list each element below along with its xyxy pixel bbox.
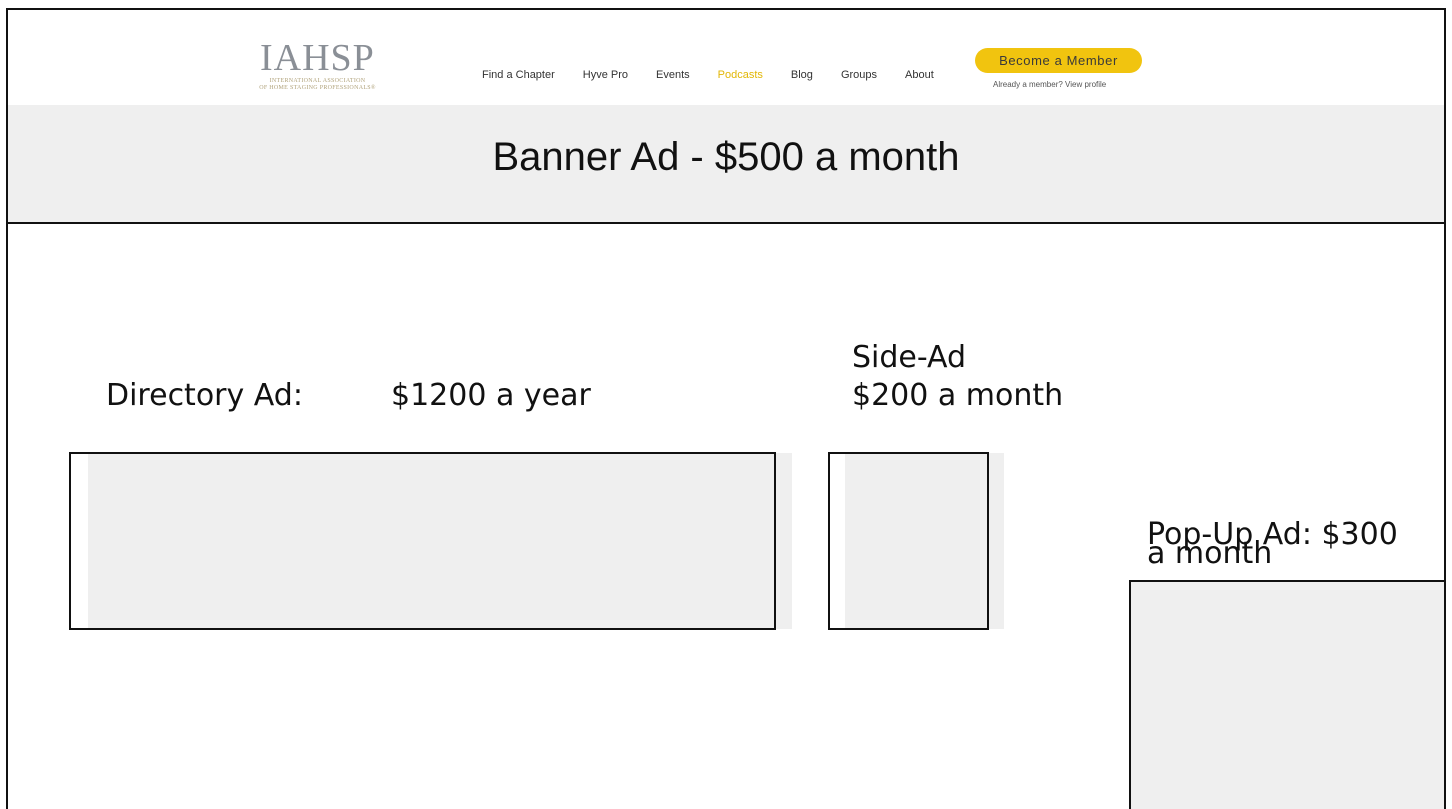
view-profile-link[interactable]: Already a member? View profile [993, 80, 1106, 89]
nav-hyve-pro[interactable]: Hyve Pro [583, 69, 628, 81]
nav-blog[interactable]: Blog [791, 69, 813, 81]
banner-ad[interactable]: Banner Ad - $500 a month [8, 105, 1444, 222]
logo-subtitle-line-2: OF HOME STAGING PROFESSIONALS® [259, 85, 376, 91]
section-divider [6, 222, 1446, 224]
site-header [8, 10, 1444, 105]
nav-find-a-chapter[interactable]: Find a Chapter [482, 69, 555, 81]
directory-ad-price: $1200 a year [391, 378, 591, 413]
popup-ad-line-2: a month [1147, 536, 1273, 571]
nav-podcasts[interactable]: Podcasts [718, 69, 763, 81]
directory-ad-label: Directory Ad: [106, 378, 303, 413]
side-ad-price: $200 a month [852, 378, 1064, 413]
nav-events[interactable]: Events [656, 69, 690, 81]
directory-ad-outline [69, 452, 776, 630]
side-ad-outline [828, 452, 989, 630]
iahsp-logo[interactable]: IAHSP INTERNATIONAL ASSOCIATION OF HOME … [250, 38, 385, 98]
logo-wordmark: IAHSP [260, 37, 375, 79]
become-member-button[interactable]: Become a Member [975, 48, 1142, 73]
side-ad-title: Side-Ad [852, 340, 967, 375]
logo-subtitle: INTERNATIONAL ASSOCIATION OF HOME STAGIN… [250, 78, 385, 92]
nav-groups[interactable]: Groups [841, 69, 877, 81]
logo-subtitle-line-1: INTERNATIONAL ASSOCIATION [269, 78, 366, 84]
popup-ad-placeholder[interactable] [1129, 580, 1446, 809]
banner-ad-label: Banner Ad - $500 a month [492, 135, 960, 179]
nav-about[interactable]: About [905, 69, 934, 81]
main-nav: Find a Chapter Hyve Pro Events Podcasts … [482, 69, 934, 81]
